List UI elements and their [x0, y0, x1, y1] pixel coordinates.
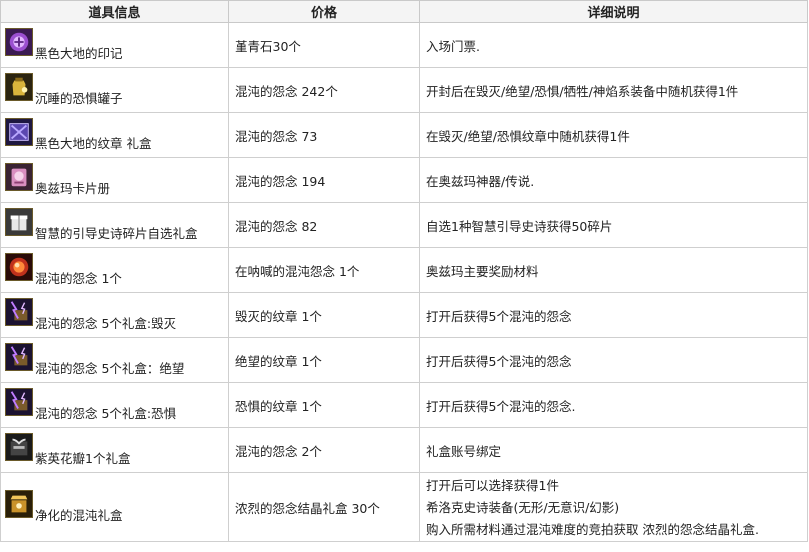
table-row: 黑色大地的纹章 礼盒 混沌的怨念 73 在毁灭/绝望/恐惧纹章中随机获得1件: [0, 112, 808, 158]
item-cell: 智慧的引导史诗碎片自选礼盒: [0, 202, 229, 248]
table-row: 混沌的怨念 5个礼盒:恐惧 恐惧的纹章 1个 打开后获得5个混沌的怨念.: [0, 382, 808, 428]
item-cell: 黑色大地的纹章 礼盒: [0, 112, 229, 158]
purple-lightning-box-icon: [5, 343, 33, 371]
description-line: 在奥兹玛神器/传说.: [426, 173, 535, 189]
item-description: 自选1种智慧引导史诗获得50碎片: [419, 202, 808, 248]
description-line: 打开后可以选择获得1件: [426, 478, 559, 493]
purple-seal-icon: [5, 28, 33, 56]
item-cell: 奥兹玛卡片册: [0, 157, 229, 203]
item-name: 黑色大地的纹章 礼盒: [35, 135, 152, 151]
description-line: 礼盒账号绑定: [426, 443, 502, 459]
purple-emblem-box-icon: [5, 118, 33, 146]
header-price: 价格: [228, 0, 420, 23]
table-row: 黑色大地的印记 堇青石30个 入场门票.: [0, 22, 808, 68]
item-cell: 黑色大地的印记: [0, 22, 229, 68]
item-description: 打开后获得5个混沌的怨念: [419, 337, 808, 383]
header-description: 详细说明: [419, 0, 808, 23]
item-price: 混沌的怨念 194: [228, 157, 420, 203]
item-price: 混沌的怨念 82: [228, 202, 420, 248]
white-gift-box-icon: [5, 208, 33, 236]
item-price: 毁灭的纹章 1个: [228, 292, 420, 338]
item-cell: 混沌的怨念 5个礼盒:恐惧: [0, 382, 229, 428]
table-row: 净化的混沌礼盒 浓烈的怨念结晶礼盒 30个 打开后可以选择获得1件希洛克史诗装备(无…: [0, 472, 808, 542]
item-price: 混沌的怨念 73: [228, 112, 420, 158]
item-name: 混沌的怨念 5个礼盒:毁灭: [35, 315, 177, 331]
description-line: 打开后获得5个混沌的怨念: [426, 308, 572, 324]
description-line: 自选1种智慧引导史诗获得50碎片: [426, 218, 613, 234]
item-description: 礼盒账号绑定: [419, 427, 808, 473]
purple-lightning-box-icon: [5, 298, 33, 326]
item-name: 混沌的怨念 1个: [35, 270, 122, 286]
item-cell: 紫英花瓣1个礼盒: [0, 427, 229, 473]
item-description: 打开后获得5个混沌的怨念: [419, 292, 808, 338]
item-cell: 混沌的怨念 5个礼盒：绝望: [0, 337, 229, 383]
item-name: 混沌的怨念 5个礼盒:恐惧: [35, 405, 177, 421]
description-line: 打开后获得5个混沌的怨念.: [426, 398, 576, 414]
item-description: 打开后获得5个混沌的怨念.: [419, 382, 808, 428]
description-line: 希洛克史诗装备(无形/无意识/幻影): [426, 500, 620, 515]
table-row: 智慧的引导史诗碎片自选礼盒 混沌的怨念 82 自选1种智慧引导史诗获得50碎片: [0, 202, 808, 248]
item-cell: 沉睡的恐惧罐子: [0, 67, 229, 113]
description-line: 奥兹玛主要奖励材料: [426, 263, 539, 279]
item-table: 道具信息 价格 详细说明 黑色大地的印记 堇青石30个 入场门票. 沉睡的恐惧罐子 混沌…: [0, 0, 808, 542]
table-row: 奥兹玛卡片册 混沌的怨念 194 在奥兹玛神器/传说.: [0, 157, 808, 203]
item-description: 在奥兹玛神器/传说.: [419, 157, 808, 203]
item-price: 恐惧的纹章 1个: [228, 382, 420, 428]
item-name: 沉睡的恐惧罐子: [35, 90, 123, 106]
purple-lightning-box-icon: [5, 388, 33, 416]
item-name: 智慧的引导史诗碎片自选礼盒: [35, 225, 198, 241]
item-cell: 混沌的怨念 5个礼盒:毁灭: [0, 292, 229, 338]
golden-chaos-box-icon: [5, 490, 33, 518]
description-line: 购入所需材料通过混沌难度的竞拍获取 浓烈的怨念结晶礼盒.: [426, 522, 759, 537]
red-orb-icon: [5, 253, 33, 281]
table-body: 黑色大地的印记 堇青石30个 入场门票. 沉睡的恐惧罐子 混沌的怨念 242个 开封后在毁…: [0, 22, 808, 542]
golden-jar-icon: [5, 73, 33, 101]
item-description: 入场门票.: [419, 22, 808, 68]
item-name: 黑色大地的印记: [35, 45, 123, 61]
description-line: 打开后获得5个混沌的怨念: [426, 353, 572, 369]
item-price: 在呐喊的混沌怨念 1个: [228, 247, 420, 293]
item-price: 混沌的怨念 2个: [228, 427, 420, 473]
table-row: 沉睡的恐惧罐子 混沌的怨念 242个 开封后在毁灭/绝望/恐惧/牺牲/神焰系装备中随…: [0, 67, 808, 113]
table-row: 混沌的怨念 5个礼盒：绝望 绝望的纹章 1个 打开后获得5个混沌的怨念: [0, 337, 808, 383]
description-line: 开封后在毁灭/绝望/恐惧/牺牲/神焰系装备中随机获得1件: [426, 83, 739, 99]
item-description: 在毁灭/绝望/恐惧纹章中随机获得1件: [419, 112, 808, 158]
table-header-row: 道具信息 价格 详细说明: [0, 0, 808, 23]
item-description: 打开后可以选择获得1件希洛克史诗装备(无形/无意识/幻影) 购入所需材料通过混沌难…: [419, 472, 808, 542]
item-cell: 混沌的怨念 1个: [0, 247, 229, 293]
table-row: 混沌的怨念 5个礼盒:毁灭 毁灭的纹章 1个 打开后获得5个混沌的怨念: [0, 292, 808, 338]
table-row: 混沌的怨念 1个 在呐喊的混沌怨念 1个 奥兹玛主要奖励材料: [0, 247, 808, 293]
pink-card-album-icon: [5, 163, 33, 191]
item-price: 浓烈的怨念结晶礼盒 30个: [228, 472, 420, 542]
item-name: 净化的混沌礼盒: [35, 507, 123, 523]
item-cell: 净化的混沌礼盒: [0, 472, 229, 542]
item-price: 混沌的怨念 242个: [228, 67, 420, 113]
item-name: 紫英花瓣1个礼盒: [35, 450, 131, 466]
item-description: 奥兹玛主要奖励材料: [419, 247, 808, 293]
item-description: 开封后在毁灭/绝望/恐惧/牺牲/神焰系装备中随机获得1件: [419, 67, 808, 113]
item-name: 奥兹玛卡片册: [35, 180, 111, 196]
description-line: 入场门票.: [426, 38, 480, 54]
dark-petal-box-icon: [5, 433, 33, 461]
item-price: 堇青石30个: [228, 22, 420, 68]
item-price: 绝望的纹章 1个: [228, 337, 420, 383]
item-name: 混沌的怨念 5个礼盒：绝望: [35, 360, 185, 376]
table-row: 紫英花瓣1个礼盒 混沌的怨念 2个 礼盒账号绑定: [0, 427, 808, 473]
description-line: 在毁灭/绝望/恐惧纹章中随机获得1件: [426, 128, 630, 144]
header-item-info: 道具信息: [0, 0, 229, 23]
